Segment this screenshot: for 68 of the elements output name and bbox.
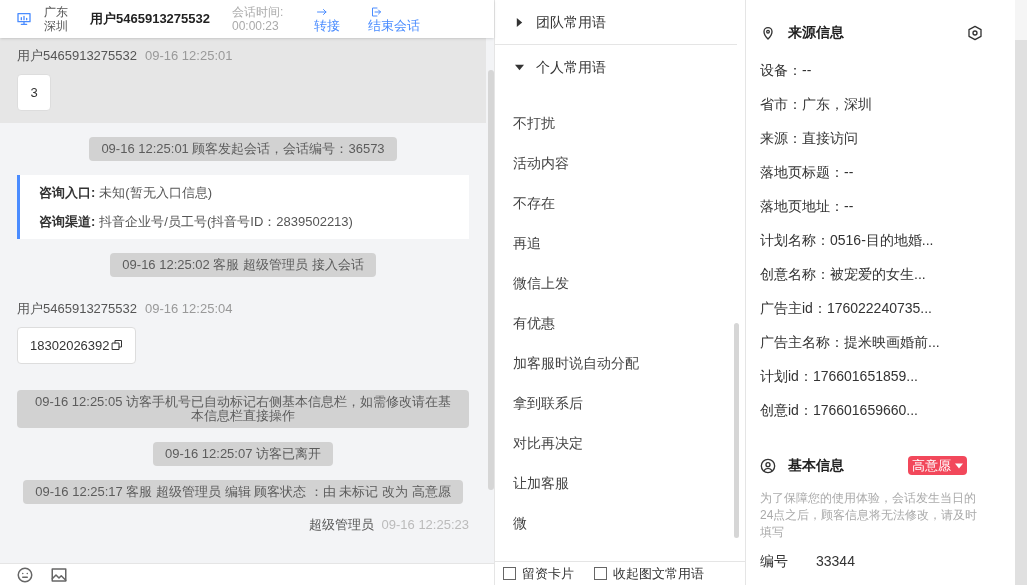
checkbox[interactable]: [503, 567, 516, 580]
settings-icon: [967, 24, 983, 41]
section-title: 来源信息: [788, 23, 844, 42]
phrase-item[interactable]: 加客服时说自动分配: [495, 343, 657, 383]
phrase-item[interactable]: 再追: [495, 223, 559, 263]
source-info-row-text: 计划名称：0516-目的地婚...: [760, 230, 934, 250]
system-notice: 09-16 12:25:07 访客已离开: [152, 442, 334, 466]
monitor-icon: [16, 11, 32, 27]
sender-name: 超级管理员: [308, 518, 374, 532]
message-time: 09-16 12:25:01: [145, 47, 233, 65]
source-info-row-text: 设备：--: [760, 60, 812, 80]
phrase-item[interactable]: 微信上发: [495, 263, 587, 303]
status-tag[interactable]: 高意愿: [908, 455, 967, 476]
copy-icon: [110, 339, 123, 352]
image-icon: [50, 565, 68, 584]
sender-name: 用户5465913275532: [17, 300, 137, 318]
source-info-row-text: 广告主名称：提米映画婚前...: [760, 332, 940, 352]
option-label: 留资卡片: [522, 564, 574, 583]
source-info-row-text: 创意id：176601659660...: [760, 400, 918, 420]
emoji-icon: [16, 565, 34, 584]
phrase-item[interactable]: 对比再决定: [495, 423, 601, 463]
scrollbar[interactable]: [488, 70, 494, 490]
source-info-row-text: 广告主id：176022240735...: [760, 298, 932, 318]
entry-value: 未知(暂无入口信息): [99, 184, 212, 202]
location-pin-icon: [760, 24, 776, 41]
source-info-row-text: 计划id：176601651859...: [760, 366, 918, 386]
phrase-item[interactable]: 不存在: [495, 183, 573, 223]
system-notice: 09-16 12:25:02 客服 超级管理员 接入会话: [110, 253, 376, 277]
customer-location: 广东深圳: [44, 5, 69, 33]
entry-label: 咨询入口:: [39, 184, 96, 202]
system-notice: 09-16 12:25:17 客服 超级管理员 编辑 顾客状态 ：由 未标记 改为 高意愿: [23, 480, 463, 504]
phrase-item[interactable]: 拿到联系后: [495, 383, 601, 423]
user-icon: [760, 457, 776, 474]
field-value: 33344: [816, 552, 855, 571]
phrase-item[interactable]: 活动内容: [495, 143, 587, 183]
field-label: 编号: [760, 552, 789, 571]
customer-name: 用户5465913275532: [90, 12, 211, 26]
caret-icon: [515, 17, 524, 27]
phrase-item[interactable]: 让加客服: [495, 463, 587, 503]
entry-label: 咨询渠道:: [39, 212, 96, 231]
source-info-row-text: 省市：广东，深圳: [760, 94, 872, 114]
phrase-item[interactable]: 有优惠: [495, 303, 573, 343]
phrase-group-toggle[interactable]: 个人常用语: [495, 51, 626, 83]
phrase-item[interactable]: 不打扰: [495, 103, 573, 143]
message-time: 09-16 12:25:23: [381, 518, 469, 532]
source-info-row-text: 落地页标题：--: [760, 162, 854, 182]
message-time: 09-16 12:25:04: [145, 300, 233, 318]
caret-icon: [515, 62, 524, 72]
system-notice: 09-16 12:25:01 顾客发起会话，会话编号：36573: [89, 137, 397, 161]
phrase-item[interactable]: 微: [495, 503, 545, 543]
message-bubble: 3: [17, 73, 51, 111]
system-notice: 09-16 12:25:05 访客手机号已自动标记右侧基本信息栏，如需修改请在基本信息栏直接操作: [17, 390, 469, 428]
caret-icon: [955, 461, 963, 470]
duration-value: 00:00:23: [232, 19, 280, 33]
sender-name: 用户5465913275532: [17, 47, 137, 65]
duration-label: 会话时间:: [232, 5, 285, 19]
source-info-row-text: 落地页地址：--: [760, 196, 854, 216]
source-info-row-text: 创意名称：被宠爱的女生...: [760, 264, 926, 284]
option-label: 收起图文常用语: [613, 564, 704, 583]
source-info-row-text: 来源：直接访问: [760, 128, 858, 148]
phrase-group-toggle[interactable]: 团队常用语: [495, 6, 626, 38]
section-title: 基本信息: [788, 456, 844, 475]
checkbox[interactable]: [594, 567, 607, 580]
scrollbar[interactable]: [1015, 0, 1027, 585]
entry-value: 抖音企业号/员工号(抖音号ID：2839502213): [99, 212, 353, 231]
message-bubble: 18302026392: [17, 326, 136, 364]
info-note: 为了保障您的使用体验，会话发生当日的24点之后，顾客信息将无法修改，请及时填写: [760, 490, 979, 541]
scrollbar[interactable]: [734, 323, 739, 538]
